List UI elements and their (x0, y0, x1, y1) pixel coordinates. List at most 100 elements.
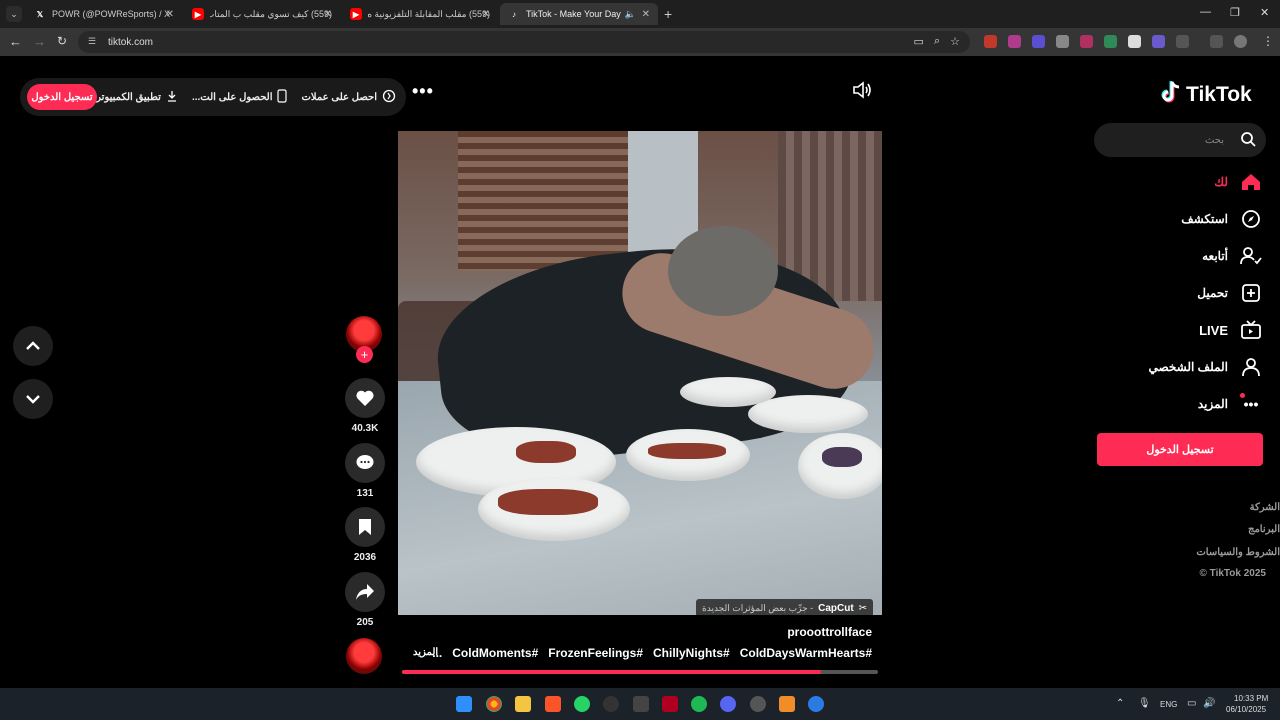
music-disc-avatar[interactable] (346, 638, 382, 674)
nav-profile[interactable]: الملف الشخصي (1148, 356, 1262, 378)
close-icon[interactable]: ✕ (482, 9, 490, 20)
nav-explore[interactable]: استكشف (1181, 208, 1262, 230)
zoom-icon[interactable]: ⌕ (934, 35, 940, 48)
spotify-icon[interactable] (691, 696, 707, 712)
tray-chevron-up-icon[interactable]: ⌃ (1116, 698, 1124, 709)
get-coins-button[interactable]: احصل على عملات (301, 89, 396, 106)
comment-count: 131 (356, 488, 374, 499)
tab-search-button[interactable]: ⌄ (6, 6, 22, 22)
minimize-button[interactable]: — (1200, 6, 1211, 18)
search-placeholder: بحث (1204, 134, 1224, 146)
sidebar-login-button[interactable]: تسجيل الدخول (1097, 433, 1263, 466)
bookmark-star-icon[interactable]: ☆ (950, 35, 960, 48)
eye-extension-icon[interactable] (1152, 35, 1165, 48)
top-actions-bar: احصل على عملات الحصول على الت... تطبيق ا… (20, 78, 406, 116)
reading-list-icon[interactable] (1210, 35, 1223, 48)
app-icon[interactable] (603, 696, 619, 712)
video-progress-bar[interactable] (402, 670, 878, 674)
microphone-icon[interactable]: 🎙 (1138, 698, 1151, 709)
extension-icon[interactable] (984, 35, 997, 48)
windows-start-icon[interactable] (456, 696, 472, 712)
caption-more-link[interactable]: المزيد (413, 647, 438, 658)
close-icon[interactable]: ✕ (324, 9, 332, 20)
browser-tab[interactable]: ▶ (559) مقلب المقابلة التلفزيونية ه ✕ (342, 3, 498, 25)
search-input[interactable]: بحث (1094, 123, 1266, 157)
video-author-username[interactable]: prooottrollface (787, 625, 872, 639)
brave-icon[interactable] (545, 696, 561, 712)
notification-dot (1240, 393, 1245, 398)
close-icon[interactable]: ✕ (166, 9, 174, 20)
video-frame (668, 226, 778, 316)
steam-icon[interactable] (750, 696, 766, 712)
extension-icon[interactable] (1080, 35, 1093, 48)
window-close-button[interactable]: ✕ (1260, 6, 1269, 19)
share-button[interactable] (345, 572, 385, 612)
cast-icon[interactable]: ▭ (914, 35, 924, 48)
tiktok-logo[interactable]: TikTok (1160, 80, 1252, 110)
nav-more[interactable]: المزيد ••• (1198, 393, 1262, 415)
clock-time[interactable]: 10:33 PM (1234, 694, 1268, 703)
footer-program-link[interactable]: البرنامج (1248, 524, 1280, 535)
hashtag-link[interactable]: #ColdMoments (452, 646, 538, 660)
extension-icon[interactable] (1128, 35, 1141, 48)
app-icon[interactable] (633, 696, 649, 712)
browser-menu-icon[interactable]: ⋮ (1262, 34, 1274, 48)
top-login-button[interactable]: تسجيل الدخول (27, 84, 97, 110)
previous-video-button[interactable] (13, 326, 53, 366)
get-app-button[interactable]: الحصول على الت... (192, 88, 288, 106)
footer-company-link[interactable]: الشركة (1250, 502, 1280, 513)
browser-tab[interactable]: 𝕏 POWR (@POWReSports) / X ✕ (26, 3, 182, 25)
clock-date[interactable]: 06/10/2025 (1226, 705, 1266, 714)
shield-extension-icon[interactable] (1104, 35, 1117, 48)
browser-tab[interactable]: ▶ (559) كيف تسوي مقلب ب المتاب ✕ (184, 3, 340, 25)
reload-button[interactable]: ↻ (57, 34, 67, 48)
file-explorer-icon[interactable] (515, 696, 531, 712)
speaker-icon[interactable]: 🔈 (625, 9, 636, 20)
pc-app-button[interactable]: تطبيق الكمبيوتر (96, 90, 178, 105)
volume-icon[interactable] (852, 81, 872, 104)
whatsapp-icon[interactable] (574, 696, 590, 712)
browser-tab-active[interactable]: ♪ TikTok - Make Your Day 🔈 ✕ (500, 3, 658, 25)
follow-plus-button[interactable]: + (356, 346, 373, 363)
hashtag-link[interactable]: #ChillyNights (653, 646, 730, 660)
nav-for-you[interactable]: لك (1214, 171, 1262, 193)
nav-upload[interactable]: تحميل (1197, 282, 1262, 304)
network-icon[interactable]: ▭ (1187, 698, 1196, 709)
profile-avatar-icon[interactable] (1234, 35, 1247, 48)
new-tab-button[interactable]: + (664, 6, 672, 22)
capcut-icon: ✂ (858, 602, 868, 614)
address-bar[interactable]: ☰ tiktok.com ▭ ⌕ ☆ (78, 31, 970, 53)
video-player[interactable]: ✂ CapCut - جرِّب بعض المؤثرات الجديدة (398, 131, 882, 615)
footer-terms-link[interactable]: الشروط والسياسات (1196, 547, 1280, 558)
nav-live[interactable]: LIVE (1199, 319, 1262, 341)
hashtag-link[interactable]: #ColdDaysWarmHearts (740, 646, 872, 660)
chrome-icon[interactable] (486, 696, 502, 712)
nav-following[interactable]: أتابعه (1202, 245, 1262, 267)
next-video-button[interactable] (13, 379, 53, 419)
extension-icon[interactable] (1032, 35, 1045, 48)
keyboard-language[interactable]: ENG (1160, 700, 1177, 709)
discord-icon[interactable] (720, 696, 736, 712)
extension-icon[interactable] (1008, 35, 1021, 48)
app-icon[interactable] (779, 696, 795, 712)
search-icon[interactable] (1240, 131, 1256, 150)
site-info-icon[interactable]: ☰ (88, 36, 100, 48)
comment-button[interactable] (345, 443, 385, 483)
puzzle-extensions-icon[interactable] (1176, 35, 1189, 48)
coin-icon (382, 89, 396, 106)
forward-button[interactable]: → (33, 34, 46, 49)
close-icon[interactable]: ✕ (642, 9, 650, 20)
save-button[interactable] (345, 507, 385, 547)
app-icon[interactable] (808, 696, 824, 712)
back-button[interactable]: ← (9, 34, 22, 49)
more-options-icon[interactable]: ••• (412, 81, 434, 102)
capcut-watermark[interactable]: ✂ CapCut - جرِّب بعض المؤثرات الجديدة (696, 599, 874, 615)
app-icon[interactable] (662, 696, 678, 712)
restore-button[interactable]: ❐ (1230, 6, 1240, 19)
like-button[interactable] (345, 378, 385, 418)
volume-tray-icon[interactable]: 🔊 (1203, 698, 1215, 709)
share-arrow-icon (356, 584, 374, 600)
extension-icon[interactable] (1056, 35, 1069, 48)
hashtag-link[interactable]: #FrozenFeelings (548, 646, 643, 660)
profile-icon (1240, 356, 1262, 378)
